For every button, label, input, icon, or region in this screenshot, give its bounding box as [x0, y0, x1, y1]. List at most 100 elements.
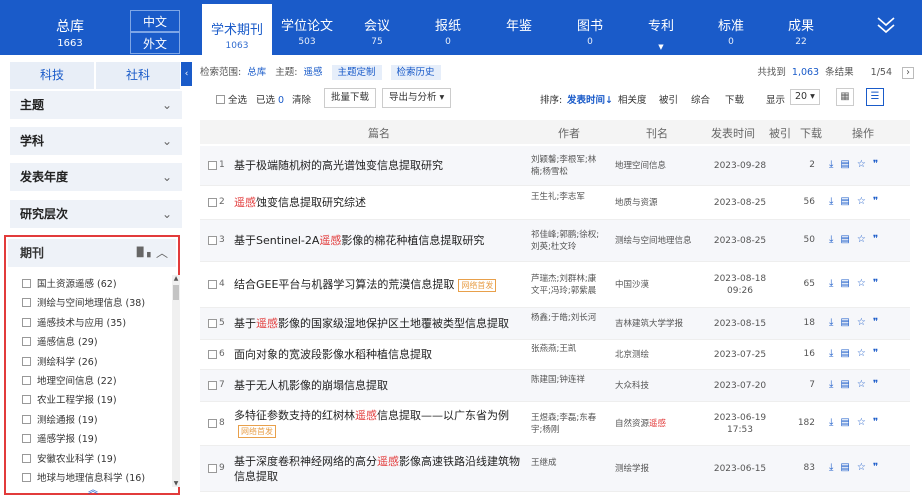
article-title-link[interactable]: 基于Sentinel-2A遥感影像的棉花种植信息提取研究 — [234, 233, 524, 248]
star-icon[interactable]: ☆ — [857, 159, 873, 170]
quote-icon[interactable]: ❞ — [873, 417, 885, 428]
facet-topic[interactable]: 主题 ⌄ — [10, 91, 182, 119]
double-chevron-down-icon[interactable] — [872, 15, 900, 39]
article-title-link[interactable]: 基于遥感影像的国家级湿地保护区土地覆被类型信息提取 — [234, 316, 524, 331]
star-icon[interactable]: ☆ — [857, 196, 873, 207]
checkbox[interactable] — [208, 161, 217, 170]
col-download[interactable]: 下载 — [800, 125, 822, 141]
tab-patents[interactable]: 专利 ▼ — [626, 0, 696, 55]
read-html-icon[interactable]: ▤ — [840, 348, 856, 359]
author-link[interactable]: 王生礼;李志军 — [531, 191, 603, 203]
bar-chart-icon[interactable]: ▐▌▖ — [133, 239, 154, 267]
quote-icon[interactable]: ❞ — [873, 317, 885, 328]
tab-social-science[interactable]: 社科 — [96, 62, 180, 89]
sort-by-date[interactable]: 发表时间↓ — [567, 92, 613, 106]
download-icon[interactable]: ⤓ — [829, 196, 840, 207]
checkbox[interactable] — [208, 350, 217, 359]
tab-achievements[interactable]: 成果 22 — [766, 0, 836, 55]
checkbox[interactable] — [208, 419, 217, 428]
quote-icon[interactable]: ❞ — [873, 196, 885, 207]
checkbox[interactable] — [22, 279, 31, 288]
foreign-toggle[interactable]: 外文 — [130, 32, 180, 54]
journal-option[interactable]: 遥感信息 (29) — [22, 333, 172, 352]
facet-journal[interactable]: 期刊 ▐▌▖ ︿ — [8, 239, 176, 267]
checkbox[interactable] — [216, 95, 225, 104]
tab-science[interactable]: 科技 — [10, 62, 94, 89]
journal-option[interactable]: 遥感技术与应用 (35) — [22, 314, 172, 333]
download-icon[interactable]: ⤓ — [829, 278, 840, 289]
scroll-thumb[interactable] — [173, 285, 179, 300]
checkbox[interactable] — [208, 464, 217, 473]
journal-link[interactable]: 大众科技 — [615, 380, 703, 392]
topic-customize-button[interactable]: 主题定制 — [331, 65, 382, 80]
journal-option[interactable]: 安徽农业科学 (19) — [22, 450, 172, 469]
checkbox[interactable] — [22, 472, 31, 482]
journal-option[interactable]: 遥感学报 (19) — [22, 430, 172, 449]
checkbox[interactable] — [22, 337, 31, 347]
read-html-icon[interactable]: ▤ — [840, 462, 856, 473]
read-html-icon[interactable]: ▤ — [840, 159, 856, 170]
author-link[interactable]: 芦瑞杰;刘群林;康文平;冯玲;郭紫晨 — [531, 273, 603, 297]
tab-conference[interactable]: 会议 75 — [342, 0, 412, 55]
article-title-link[interactable]: 遥感蚀变信息提取研究综述 — [234, 195, 524, 210]
read-html-icon[interactable]: ▤ — [840, 196, 856, 207]
download-icon[interactable]: ⤓ — [829, 317, 840, 328]
next-page-button[interactable]: › — [902, 67, 914, 79]
search-history-button[interactable]: 检索历史 — [390, 65, 441, 80]
checkbox[interactable] — [22, 434, 31, 444]
sort-by-relevance[interactable]: 相关度 — [618, 92, 647, 106]
journal-link[interactable]: 中国沙漠 — [615, 279, 703, 291]
download-icon[interactable]: ⤓ — [829, 417, 840, 428]
checkbox[interactable] — [22, 453, 31, 463]
tab-journals[interactable]: 学术期刊 1063 — [202, 4, 272, 55]
sort-by-download[interactable]: 下载 — [725, 92, 744, 106]
checkbox[interactable] — [22, 395, 31, 405]
checkbox[interactable] — [22, 375, 31, 385]
article-title-link[interactable]: 多特征参数支持的红树林遥感信息提取——以广东省为例网络首发 — [234, 408, 524, 438]
tab-yearbook[interactable]: 年鉴 — [484, 0, 554, 55]
journal-link[interactable]: 吉林建筑大学学报 — [615, 318, 703, 330]
article-title-link[interactable]: 结合GEE平台与机器学习算法的荒漠信息提取 网络首发 — [234, 277, 524, 292]
journal-option[interactable]: 农业工程学报 (19) — [22, 391, 172, 410]
journal-option[interactable]: 地理空间信息 (22) — [22, 372, 172, 391]
scroll-down-icon[interactable]: ▼ — [172, 480, 180, 487]
read-html-icon[interactable]: ▤ — [840, 379, 856, 390]
tab-newspaper[interactable]: 报纸 0 — [412, 0, 484, 55]
read-html-icon[interactable]: ▤ — [840, 417, 856, 428]
article-title-link[interactable]: 面向对象的宽波段影像水稻种植信息提取 — [234, 347, 524, 362]
star-icon[interactable]: ☆ — [857, 379, 873, 390]
facet-subject[interactable]: 学科 ⌄ — [10, 127, 182, 155]
journal-link[interactable]: 测绘学报 — [615, 463, 703, 475]
journal-option[interactable]: 测绘科学 (26) — [22, 353, 172, 372]
chevron-up-icon[interactable]: ︿ — [156, 239, 168, 267]
checkbox[interactable] — [208, 198, 217, 207]
star-icon[interactable]: ☆ — [857, 417, 873, 428]
checkbox[interactable] — [208, 319, 217, 328]
quote-icon[interactable]: ❞ — [873, 462, 885, 473]
quote-icon[interactable]: ❞ — [873, 348, 885, 359]
quote-icon[interactable]: ❞ — [873, 159, 885, 170]
read-html-icon[interactable]: ▤ — [840, 317, 856, 328]
author-link[interactable]: 刘颖馨;李根军;林楠;杨雪松 — [531, 154, 603, 178]
author-link[interactable]: 陈建国;钟连祥 — [531, 374, 603, 386]
author-link[interactable]: 祁佳峰;郭鹏;徐权;刘英;杜文玲 — [531, 229, 603, 253]
checkbox[interactable] — [22, 298, 31, 308]
select-all[interactable]: 全选 — [216, 92, 247, 106]
quote-icon[interactable]: ❞ — [873, 379, 885, 390]
tab-books[interactable]: 图书 0 — [554, 0, 626, 55]
journal-link[interactable]: 自然资源遥感 — [615, 418, 703, 430]
topic-value[interactable]: 遥感 — [303, 67, 322, 78]
author-link[interactable]: 杨鑫;于皓;刘长河 — [531, 312, 603, 324]
author-link[interactable]: 王煜森;李磊;东春宇;杨刚 — [531, 412, 603, 436]
scroll-up-icon[interactable]: ▲ — [172, 275, 180, 282]
quote-icon[interactable]: ❞ — [873, 278, 885, 289]
article-title-link[interactable]: 基于无人机影像的崩塌信息提取 — [234, 378, 524, 393]
checkbox[interactable] — [208, 381, 217, 390]
download-icon[interactable]: ⤓ — [829, 159, 840, 170]
page-size-select[interactable]: 20 ▾ — [790, 89, 820, 105]
journal-link[interactable]: 测绘与空间地理信息 — [615, 235, 703, 247]
sort-by-overall[interactable]: 综合 — [691, 92, 710, 106]
facet-level[interactable]: 研究层次 ⌄ — [10, 200, 182, 228]
star-icon[interactable]: ☆ — [857, 234, 873, 245]
total-library-tab[interactable]: 总库 1663 — [10, 8, 130, 54]
